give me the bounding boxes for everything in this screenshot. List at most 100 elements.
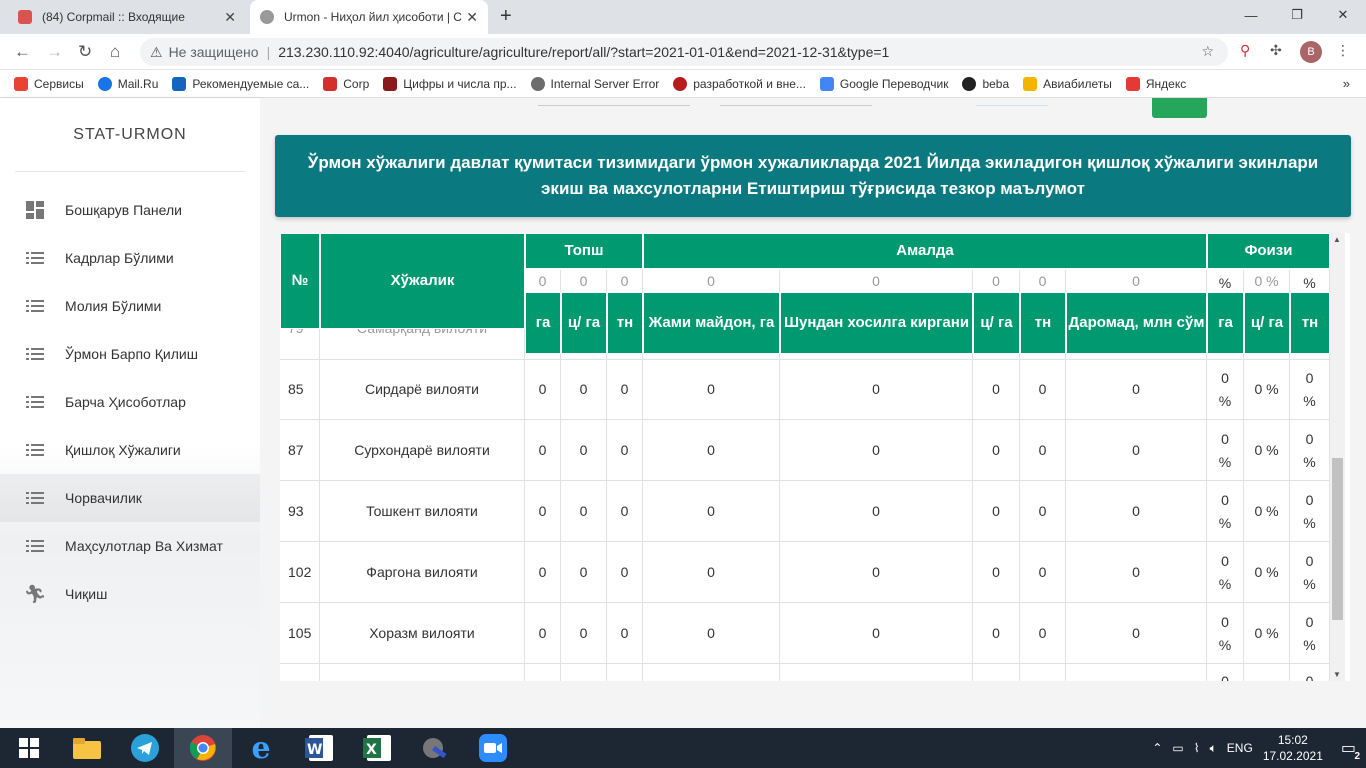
header-farm: Хўжалик: [320, 233, 525, 329]
sidebar-item-agriculture[interactable]: Қишлоқ Хўжалиги: [0, 426, 260, 474]
header-number: №: [280, 233, 320, 329]
header-actual: Амалда: [643, 233, 1207, 269]
brand-title[interactable]: STAT-URMON: [15, 98, 245, 172]
list-icon: [25, 348, 45, 360]
url-field[interactable]: ⚠ Не защищено | 213.230.110.92:4040/agri…: [140, 38, 1228, 66]
sidebar-item-finance[interactable]: Молия Бўлими: [0, 282, 260, 330]
reload-icon[interactable]: ↻: [78, 42, 92, 62]
close-tab-icon[interactable]: ✕: [224, 9, 236, 26]
bookmark-recommended[interactable]: Рекомендуемые са...: [172, 76, 309, 91]
clock-time: 15:02: [1277, 733, 1308, 747]
cell-value: 0: [607, 420, 643, 481]
input-device-icon[interactable]: ▭: [1172, 741, 1183, 755]
bookmark-mailru[interactable]: Mail.Ru: [97, 76, 158, 91]
table-scrollbar[interactable]: ▲ ▼: [1330, 233, 1345, 681]
scroll-up-arrow-icon[interactable]: ▲: [1333, 235, 1341, 244]
filter-button-stub[interactable]: [976, 98, 1048, 106]
sidebar-item-label: Бошқарув Панели: [65, 202, 182, 218]
google-translate-icon: [819, 76, 834, 91]
key-extension-icon[interactable]: ⚲: [1240, 42, 1250, 59]
start-date-input-stub[interactable]: [538, 98, 690, 106]
bookmark-star-icon[interactable]: ☆: [1201, 43, 1214, 60]
scroll-down-arrow-icon[interactable]: ▼: [1333, 670, 1341, 679]
warning-icon[interactable]: ⚠: [150, 44, 163, 61]
close-window-button[interactable]: ✕: [1320, 0, 1366, 30]
tray-overflow-icon[interactable]: ⌃: [1152, 741, 1162, 755]
tab-corpmail[interactable]: (84) Corpmail :: Входящие ✕: [8, 0, 246, 34]
apps-grid-icon: [14, 76, 28, 91]
cell-value: 0: [1020, 542, 1066, 603]
cell-value: 0: [973, 359, 1020, 420]
site-icon: [673, 76, 688, 91]
bookmark-avia[interactable]: Авиабилеты: [1023, 76, 1112, 91]
sidebar-item-dashboard[interactable]: Бошқарув Панели: [0, 186, 260, 234]
scrollbar-thumb[interactable]: [1332, 458, 1343, 620]
sidebar-item-all-reports[interactable]: Барча Ҳисоботлар: [0, 378, 260, 426]
farm-name: Сирдарё вилояти: [320, 359, 525, 420]
home-icon[interactable]: ⌂: [110, 42, 120, 62]
cell-value: [607, 664, 643, 681]
bookmark-corp[interactable]: Corp: [323, 76, 369, 91]
file-explorer-icon[interactable]: [58, 728, 116, 768]
tab-urmon[interactable]: Urmon - Ниҳол йил ҳисоботи | С ✕: [250, 0, 488, 34]
security-label: Не защищено: [168, 44, 259, 60]
bookmark-development[interactable]: разработкой и вне...: [673, 76, 806, 91]
chrome-icon[interactable]: [174, 728, 232, 768]
bookmark-numbers[interactable]: Цифры и числа пр...: [383, 76, 517, 91]
tool-app-icon[interactable]: [406, 728, 464, 768]
percent-cell: 0 %: [1290, 603, 1330, 664]
network-icon[interactable]: ⌇: [1194, 741, 1200, 755]
zoom-icon[interactable]: [464, 728, 522, 768]
avatar[interactable]: B: [1300, 41, 1322, 63]
sidebar-item-label: Чорвачилик: [65, 490, 142, 506]
sidebar-item-products[interactable]: Маҳсулотлар Ва Хизмат: [0, 522, 260, 570]
bookmark-label: Авиабилеты: [1043, 76, 1112, 91]
word-icon[interactable]: W: [290, 728, 348, 768]
cell-value: 0: [525, 481, 561, 542]
close-tab-icon[interactable]: ✕: [466, 9, 478, 26]
sidebar-item-livestock[interactable]: Чорвачилик: [0, 474, 260, 522]
end-date-input-stub[interactable]: [720, 98, 872, 106]
windows-start-icon[interactable]: [0, 728, 58, 768]
row-number: 102: [280, 542, 320, 603]
header-pct-tsga: ц/ га: [1244, 292, 1290, 354]
cell-value: 0: [643, 420, 780, 481]
farm-name: Сурхондарё вилояти: [320, 420, 525, 481]
language-indicator[interactable]: ENG: [1227, 741, 1253, 755]
cell-value: 0: [973, 481, 1020, 542]
cell-value: [780, 664, 973, 681]
bookmark-services[interactable]: Сервисы: [14, 76, 84, 91]
puzzle-extension-icon[interactable]: ✣: [1270, 42, 1282, 59]
sidebar-item-label: Маҳсулотлар Ва Хизмат: [65, 538, 223, 554]
cell-value: [643, 664, 780, 681]
back-arrow-icon[interactable]: ←: [14, 42, 31, 62]
bookmark-yandex[interactable]: Яндекс: [1125, 76, 1186, 91]
sidebar-item-logout[interactable]: 🏃︎ Чиқиш: [0, 570, 260, 618]
farm-name: Фаргона вилояти: [320, 542, 525, 603]
forward-arrow-icon[interactable]: →: [46, 42, 63, 62]
new-tab-button[interactable]: +: [500, 5, 512, 28]
bookmark-internal-error[interactable]: Internal Server Error: [530, 76, 660, 91]
notifications-icon[interactable]: ▭ 2: [1341, 738, 1360, 762]
cell-value: [973, 664, 1020, 681]
sidebar-item-forestation[interactable]: Ўрмон Барпо Қилиш: [0, 330, 260, 378]
excel-icon[interactable]: X: [348, 728, 406, 768]
bookmarks-overflow-button[interactable]: »: [1343, 76, 1350, 91]
table-row: 102 Фаргона вилояти 0 0 0 0 0 0 0 0 0 % …: [280, 542, 1330, 603]
excel-export-button[interactable]: [1152, 98, 1207, 118]
clock[interactable]: 15:02 17.02.2021: [1263, 732, 1323, 764]
cell-value: 0: [643, 481, 780, 542]
percent-cell: 0: [1207, 664, 1244, 681]
menu-dots-icon[interactable]: ⋮: [1336, 42, 1350, 59]
sidebar-item-label: Ўрмон Барпо Қилиш: [65, 346, 198, 362]
minimize-button[interactable]: —: [1228, 0, 1274, 30]
maximize-button[interactable]: ❐: [1274, 0, 1320, 30]
sidebar-item-hr[interactable]: Кадрлар Бўлими: [0, 234, 260, 282]
speaker-icon[interactable]: 🔈︎: [1210, 741, 1217, 756]
bookmark-beba[interactable]: beba: [962, 76, 1009, 91]
internet-explorer-icon[interactable]: e: [232, 728, 290, 768]
corpmail-favicon-icon: [18, 10, 32, 24]
bookmark-google-translate[interactable]: Google Переводчик: [819, 76, 948, 91]
bookmark-label: Internal Server Error: [550, 76, 660, 91]
telegram-icon[interactable]: [116, 728, 174, 768]
